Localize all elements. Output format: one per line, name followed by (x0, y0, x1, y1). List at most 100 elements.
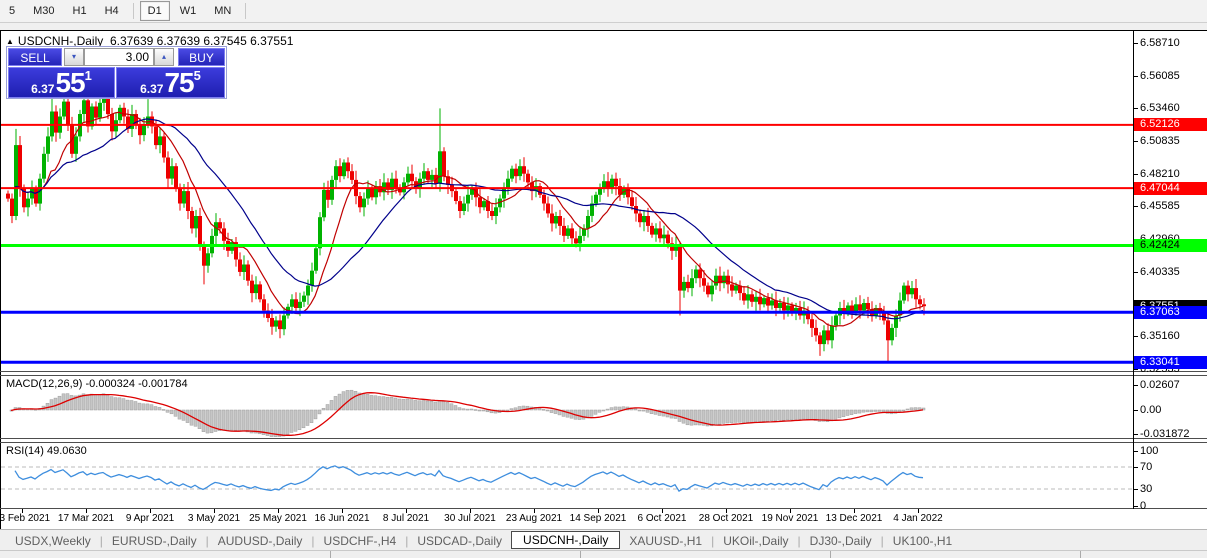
buy-price-big: 75 (164, 70, 193, 96)
hline-price-badge: 6.52126 (1134, 118, 1207, 131)
chart-tab-dj30[interactable]: DJ30-,Daily (801, 534, 881, 548)
time-axis-label: 25 May 2021 (249, 513, 307, 524)
timeframe-button-d1[interactable]: D1 (140, 1, 170, 21)
pane-splitter-line[interactable] (0, 438, 1207, 439)
rsi-axis-label: 30 (1140, 483, 1152, 495)
time-axis-label: 8 Jul 2021 (383, 513, 429, 524)
hline-price-badge: 6.33041 (1134, 356, 1207, 369)
axis-tick (1134, 141, 1138, 142)
time-axis-label: 3 May 2021 (188, 513, 240, 524)
timeframe-button-w1[interactable]: W1 (172, 1, 205, 21)
pane-splitter-line[interactable] (0, 442, 1207, 443)
axis-tick (1134, 174, 1138, 175)
toolbar-separator (133, 3, 134, 19)
axis-tick (1134, 369, 1138, 370)
sell-price-sup: 1 (85, 70, 92, 82)
time-axis-label: 16 Jun 2021 (314, 513, 369, 524)
rsi-axis-label: 70 (1140, 461, 1152, 473)
axis-tick (1134, 336, 1138, 337)
axis-tick (1134, 206, 1138, 207)
mt4-window: 5M30H1H4D1W1MN ▲USDCNH-,Daily 6.37639 6.… (0, 0, 1207, 558)
hline-price-badge: 6.42424 (1134, 239, 1207, 252)
time-axis-label: 30 Jul 2021 (444, 513, 496, 524)
axis-tick (1134, 108, 1138, 109)
time-axis-label: 17 Mar 2021 (58, 513, 114, 524)
axis-tick (1134, 489, 1138, 490)
axis-tick (1134, 434, 1138, 435)
chart-tab-uk100[interactable]: UK100-,H1 (884, 534, 961, 548)
sell-price-big: 55 (55, 70, 84, 96)
buy-button[interactable]: BUY (178, 48, 225, 66)
buy-price-prefix: 6.37 (140, 82, 163, 96)
axis-tick (1134, 506, 1138, 507)
timeframe-toolbar: 5M30H1H4 D1W1MN (0, 0, 1207, 23)
timeframe-button-5[interactable]: 5 (1, 1, 23, 21)
chart-tab-eurusd[interactable]: EURUSD-,Daily (103, 534, 206, 548)
chart-tab-usdchf[interactable]: USDCHF-,H4 (315, 534, 406, 548)
hline-price-badge: 6.47044 (1134, 182, 1207, 195)
volume-increase-button[interactable]: ▴ (154, 48, 174, 66)
axis-tick (1134, 76, 1138, 77)
bottom-strip-tick (330, 551, 331, 558)
axis-tick (1134, 467, 1138, 468)
buy-price-sup: 5 (194, 70, 201, 82)
price-axis-label: 6.53460 (1140, 102, 1180, 114)
buy-price-button[interactable]: 6.37755 (116, 67, 225, 98)
time-axis-label: 28 Oct 2021 (699, 513, 753, 524)
rsi-axis-label: 0 (1140, 500, 1146, 512)
volume-input[interactable] (84, 48, 154, 66)
chart-tab-audusd[interactable]: AUDUSD-,Daily (209, 534, 312, 548)
macd-values: -0.000324 -0.001784 (85, 378, 187, 390)
bottom-strip-tick (580, 551, 581, 558)
chart-tab-usdx[interactable]: USDX,Weekly (6, 534, 100, 548)
axis-tick (1134, 451, 1138, 452)
price-axis-label: 6.58710 (1140, 37, 1180, 49)
timeframe-button-mn[interactable]: MN (206, 1, 239, 21)
price-axis-border (1133, 31, 1134, 509)
price-axis-label: 6.40335 (1140, 266, 1180, 278)
chart-tab-bar: USDX,Weekly|EURUSD-,Daily|AUDUSD-,Daily|… (0, 529, 1207, 551)
timeframe-button-h4[interactable]: H4 (97, 1, 127, 21)
price-axis-label: 6.45585 (1140, 200, 1180, 212)
pane-splitter-line[interactable] (0, 375, 1207, 376)
rsi-pane-canvas[interactable] (1, 443, 1133, 507)
price-axis-label: 6.35160 (1140, 330, 1180, 342)
chart-tab-usdcad[interactable]: USDCAD-,Daily (408, 534, 511, 548)
price-axis-label: 6.50835 (1140, 135, 1180, 147)
one-click-trading-panel: SELL ▾ ▴ BUY 6.37551 6.37755 (6, 46, 227, 99)
axis-tick (1134, 272, 1138, 273)
time-axis-label: 13 Dec 2021 (826, 513, 883, 524)
axis-tick (1134, 410, 1138, 411)
sell-button[interactable]: SELL (8, 48, 62, 66)
time-axis-label: 23 Feb 2021 (0, 513, 50, 524)
sell-price-prefix: 6.37 (31, 82, 54, 96)
axis-tick (1134, 43, 1138, 44)
time-axis-label: 4 Jan 2022 (893, 513, 943, 524)
rsi-axis-label: 100 (1140, 445, 1158, 457)
chart-tab-usdcnh[interactable]: USDCNH-,Daily (511, 531, 620, 549)
pane-splitter-line[interactable] (0, 371, 1207, 372)
price-axis-label: 6.56085 (1140, 70, 1180, 82)
macd-axis-label: 0.00 (1140, 404, 1161, 416)
time-axis-label: 9 Apr 2021 (126, 513, 174, 524)
price-axis-label: 6.48210 (1140, 168, 1180, 180)
hline-price-badge: 6.37063 (1134, 306, 1207, 319)
chart-tab-xauusd[interactable]: XAUUSD-,H1 (620, 534, 711, 548)
volume-decrease-button[interactable]: ▾ (64, 48, 84, 66)
rsi-indicator-label: RSI(14) 49.0630 (6, 445, 87, 457)
toolbar-gap (0, 23, 1207, 30)
chart-tab-ukoil[interactable]: UKOil-,Daily (714, 534, 797, 548)
macd-indicator-label: MACD(12,26,9) -0.000324 -0.001784 (6, 378, 188, 390)
time-axis-label: 14 Sep 2021 (570, 513, 627, 524)
bottom-strip-tick (1080, 551, 1081, 558)
axis-tick (1134, 385, 1138, 386)
macd-axis-label: 0.02607 (1140, 379, 1180, 391)
pane-splitter-line (0, 508, 1207, 509)
macd-axis-label: -0.031872 (1140, 428, 1190, 440)
time-axis-label: 23 Aug 2021 (506, 513, 562, 524)
time-axis-label: 6 Oct 2021 (638, 513, 687, 524)
timeframe-button-m30[interactable]: M30 (25, 1, 62, 21)
bottom-strip-tick (830, 551, 831, 558)
timeframe-button-h1[interactable]: H1 (65, 1, 95, 21)
sell-price-button[interactable]: 6.37551 (8, 67, 115, 98)
